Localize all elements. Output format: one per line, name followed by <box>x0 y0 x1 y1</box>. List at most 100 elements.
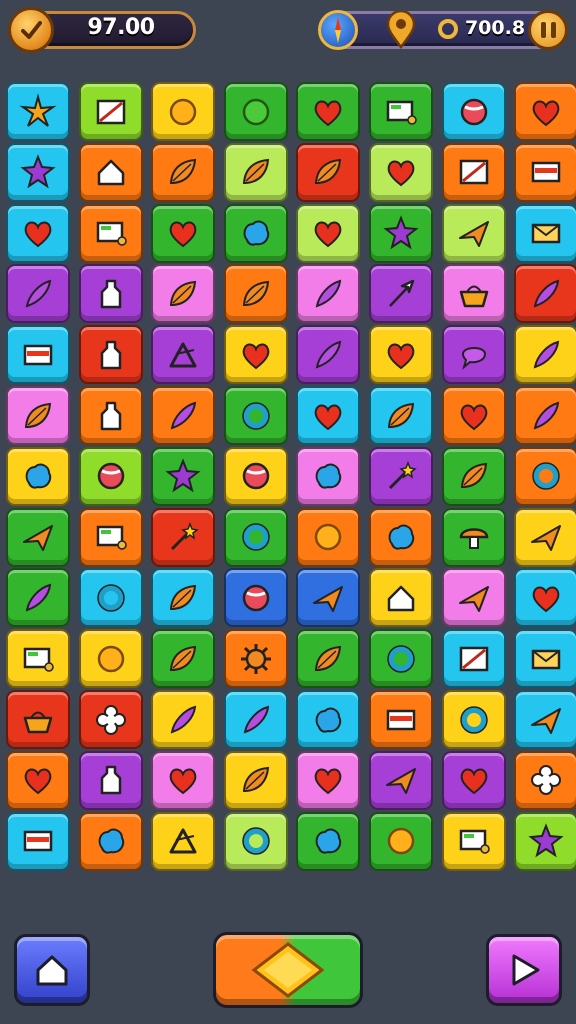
tile-leaf[interactable] <box>151 568 216 628</box>
tile-feather[interactable] <box>6 568 70 628</box>
tile-picture[interactable] <box>78 82 143 141</box>
tile-coin[interactable] <box>151 82 216 141</box>
tile-mushroom[interactable] <box>441 507 506 567</box>
tile-mail[interactable] <box>514 629 576 689</box>
tile-plane[interactable] <box>369 750 433 810</box>
tile-monitor[interactable] <box>441 811 506 871</box>
tile-ball[interactable] <box>441 82 506 141</box>
tile-card[interactable] <box>514 142 576 202</box>
home-button[interactable] <box>14 934 90 1006</box>
tile-heart[interactable] <box>296 82 361 141</box>
tile-ring[interactable] <box>369 629 433 689</box>
tile-ring[interactable] <box>223 507 288 567</box>
tile-gear[interactable] <box>223 629 288 689</box>
tile-heart[interactable] <box>441 750 506 810</box>
tile-heart[interactable] <box>369 325 433 385</box>
tile-star[interactable] <box>514 811 576 871</box>
tile-bottle[interactable] <box>78 264 143 324</box>
tile-monitor[interactable] <box>369 82 433 141</box>
tile-house[interactable] <box>78 142 143 202</box>
tile-blob[interactable] <box>296 811 361 871</box>
tile-heart[interactable] <box>296 750 361 810</box>
tile-heart[interactable] <box>441 386 506 445</box>
tile-bottle[interactable] <box>78 325 143 385</box>
tile-star[interactable] <box>6 142 70 202</box>
tile-feather[interactable] <box>296 264 361 324</box>
tile-heart[interactable] <box>369 142 433 202</box>
tile-monitor[interactable] <box>78 507 143 567</box>
tile-feather[interactable] <box>514 264 576 324</box>
tile-flower[interactable] <box>78 690 143 749</box>
tile-heart[interactable] <box>296 386 361 445</box>
tile-ring[interactable] <box>223 386 288 445</box>
tile-ring[interactable] <box>78 568 143 628</box>
tile-plane[interactable] <box>441 568 506 628</box>
tile-coin[interactable] <box>369 811 433 871</box>
tile-feather[interactable] <box>151 386 216 445</box>
tile-card[interactable] <box>6 811 70 871</box>
tile-basket[interactable] <box>6 690 70 749</box>
tile-triangle[interactable] <box>151 325 216 385</box>
tile-plane[interactable] <box>6 507 70 567</box>
tile-star-burst[interactable] <box>6 82 70 141</box>
tile-house[interactable] <box>369 568 433 628</box>
tile-heart[interactable] <box>151 750 216 810</box>
tile-heart[interactable] <box>6 203 70 263</box>
tile-leaf[interactable] <box>441 446 506 506</box>
tile-feather[interactable] <box>296 325 361 385</box>
tile-monitor[interactable] <box>6 629 70 689</box>
tile-leaf[interactable] <box>151 142 216 202</box>
tile-feather[interactable] <box>514 325 576 385</box>
tile-feather[interactable] <box>151 690 216 749</box>
tile-plane[interactable] <box>514 690 576 749</box>
location-pin-icon[interactable] <box>384 9 418 50</box>
tile-blob[interactable] <box>223 203 288 263</box>
tile-coin[interactable] <box>78 629 143 689</box>
tile-leaf[interactable] <box>6 386 70 445</box>
pause-button[interactable] <box>528 10 568 50</box>
tile-leaf[interactable] <box>223 264 288 324</box>
tile-heart[interactable] <box>223 325 288 385</box>
tile-leaf[interactable] <box>223 750 288 810</box>
tile-ball[interactable] <box>223 568 288 628</box>
tile-blob[interactable] <box>296 690 361 749</box>
tile-picture[interactable] <box>441 142 506 202</box>
tile-heart[interactable] <box>296 203 361 263</box>
tile-ball[interactable] <box>78 446 143 506</box>
tile-leaf[interactable] <box>296 629 361 689</box>
tile-mail[interactable] <box>514 203 576 263</box>
tile-heart[interactable] <box>151 203 216 263</box>
tile-leaf[interactable] <box>151 629 216 689</box>
tile-heart[interactable] <box>514 82 576 141</box>
tile-bottle[interactable] <box>78 386 143 445</box>
tile-blob[interactable] <box>296 446 361 506</box>
tile-wand[interactable] <box>369 446 433 506</box>
tile-card[interactable] <box>369 690 433 749</box>
tile-heart[interactable] <box>514 568 576 628</box>
tile-coin[interactable] <box>296 507 361 567</box>
tile-blob[interactable] <box>369 507 433 567</box>
tile-blob[interactable] <box>78 811 143 871</box>
tile-circle[interactable] <box>223 82 288 141</box>
tile-bottle[interactable] <box>78 750 143 810</box>
tile-ring[interactable] <box>441 690 506 749</box>
tile-leaf[interactable] <box>296 142 361 202</box>
tile-feather[interactable] <box>223 690 288 749</box>
tile-leaf[interactable] <box>223 142 288 202</box>
tile-bubble[interactable] <box>441 325 506 385</box>
tile-card[interactable] <box>6 325 70 385</box>
swap-button[interactable] <box>213 932 363 1008</box>
tile-leaf[interactable] <box>151 264 216 324</box>
tile-plane[interactable] <box>296 568 361 628</box>
tile-flower[interactable] <box>514 750 576 810</box>
tile-ring[interactable] <box>514 446 576 506</box>
tile-leaf[interactable] <box>369 386 433 445</box>
tile-basket[interactable] <box>441 264 506 324</box>
tile-triangle[interactable] <box>151 811 216 871</box>
tile-heart[interactable] <box>6 750 70 810</box>
tile-plane[interactable] <box>441 203 506 263</box>
tile-blob[interactable] <box>6 446 70 506</box>
tile-plane[interactable] <box>514 507 576 567</box>
tile-picture[interactable] <box>441 629 506 689</box>
tile-feather[interactable] <box>514 386 576 445</box>
